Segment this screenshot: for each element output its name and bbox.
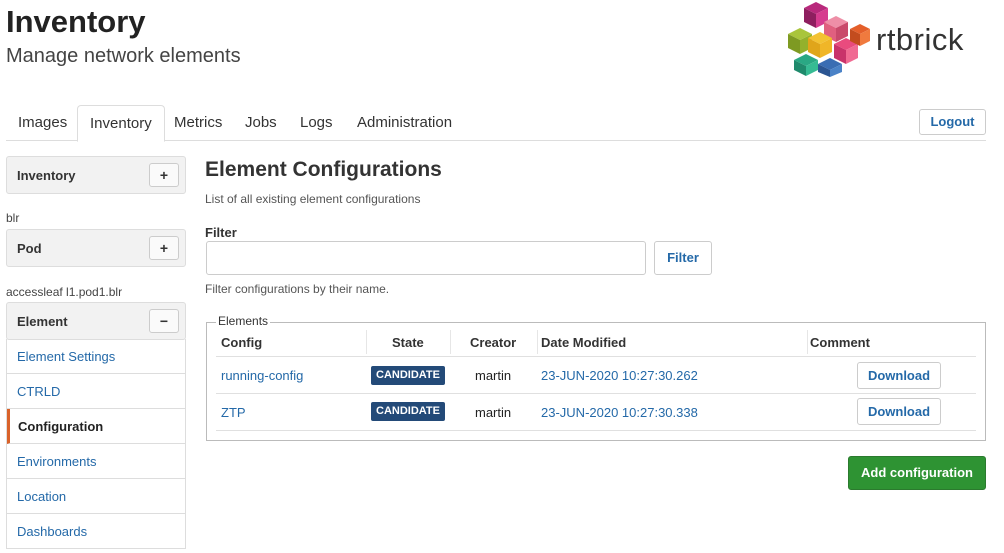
main-tabs: Images Inventory Metrics Jobs Logs Admin… <box>6 105 986 142</box>
element-menu: Element Settings CTRLD Configuration Env… <box>6 339 186 549</box>
tab-logs[interactable]: Logs <box>288 105 345 141</box>
state-badge: CANDIDATE <box>371 402 445 421</box>
section-description: List of all existing element configurati… <box>205 192 421 206</box>
add-configuration-button[interactable]: Add configuration <box>848 456 986 490</box>
creator-name: martin <box>475 368 512 383</box>
tab-images[interactable]: Images <box>6 105 79 141</box>
element-panel-header: Element − <box>6 302 186 340</box>
sidebar-item-configuration[interactable]: Configuration <box>7 409 185 444</box>
selected-inventory: blr <box>6 211 20 225</box>
column-header-config: Config <box>221 335 263 350</box>
page-subtitle: Manage network elements <box>6 45 241 67</box>
row-divider <box>216 393 976 394</box>
sidebar-item-dashboards[interactable]: Dashboards <box>7 514 185 549</box>
page-title: Inventory <box>6 4 146 39</box>
brand-name: rtbrick <box>876 22 964 57</box>
state-badge: CANDIDATE <box>371 366 445 385</box>
row-divider <box>216 356 976 357</box>
download-button[interactable]: Download <box>857 362 941 389</box>
column-header-comment: Comment <box>810 335 870 350</box>
sidebar-item-element-settings[interactable]: Element Settings <box>7 339 185 374</box>
elements-legend: Elements <box>216 314 271 328</box>
section-title: Element Configurations <box>205 158 442 181</box>
column-header-state: State <box>392 335 424 350</box>
config-name-link[interactable]: running-config <box>221 368 303 383</box>
column-header-date-modified: Date Modified <box>541 335 627 350</box>
column-divider <box>537 330 538 354</box>
element-panel-label: Element <box>17 314 68 329</box>
download-button[interactable]: Download <box>857 398 941 425</box>
tab-metrics[interactable]: Metrics <box>162 105 234 141</box>
selected-pod: accessleaf l1.pod1.blr <box>6 285 123 299</box>
add-inventory-button[interactable]: + <box>149 163 179 187</box>
column-header-creator: Creator <box>470 335 517 350</box>
filter-button[interactable]: Filter <box>654 241 712 275</box>
tab-administration[interactable]: Administration <box>345 105 464 141</box>
logout-button[interactable]: Logout <box>919 109 986 135</box>
collapse-element-button[interactable]: − <box>149 309 179 333</box>
inventory-panel-label: Inventory <box>17 168 76 183</box>
sidebar-item-environments[interactable]: Environments <box>7 444 185 479</box>
config-name-link[interactable]: ZTP <box>221 405 246 420</box>
filter-help-text: Filter configurations by their name. <box>205 282 390 296</box>
filter-label: Filter <box>205 225 237 240</box>
date-modified-link[interactable]: 23-JUN-2020 10:27:30.338 <box>541 405 698 420</box>
date-modified-link[interactable]: 23-JUN-2020 10:27:30.262 <box>541 368 698 383</box>
tab-jobs[interactable]: Jobs <box>233 105 289 141</box>
column-divider <box>807 330 808 354</box>
pod-panel-label: Pod <box>17 241 42 256</box>
tab-inventory[interactable]: Inventory <box>77 105 165 142</box>
creator-name: martin <box>475 405 512 420</box>
column-divider <box>450 330 451 354</box>
inventory-panel-header: Inventory + <box>6 156 186 194</box>
pod-panel-header: Pod + <box>6 229 186 267</box>
sidebar-item-location[interactable]: Location <box>7 479 185 514</box>
row-divider <box>216 430 976 431</box>
sidebar-item-ctrld[interactable]: CTRLD <box>7 374 185 409</box>
filter-input[interactable] <box>206 241 646 275</box>
column-divider <box>366 330 367 354</box>
add-pod-button[interactable]: + <box>149 236 179 260</box>
